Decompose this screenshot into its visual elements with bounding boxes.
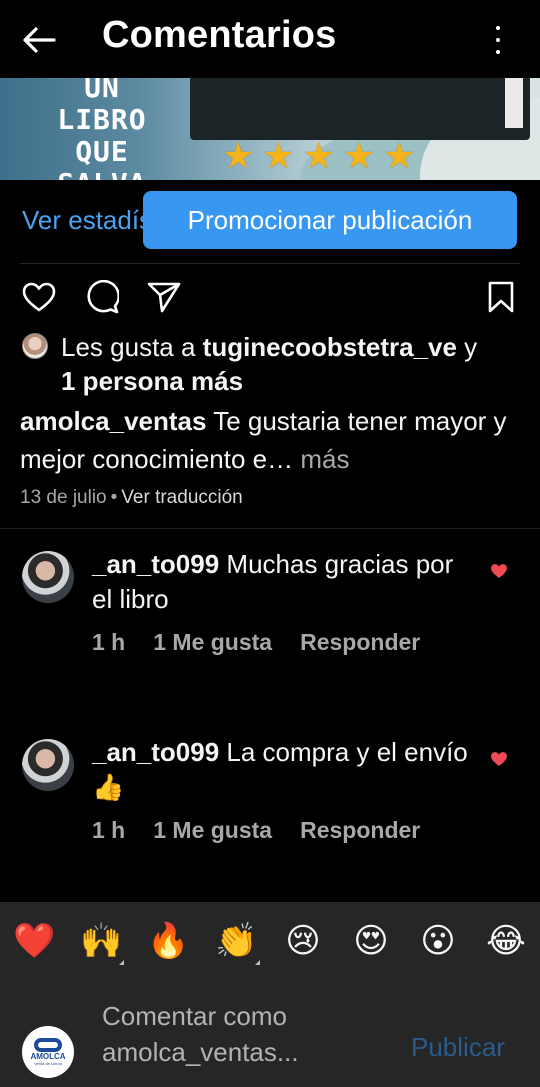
emoji-fire[interactable]: 🔥: [147, 920, 189, 962]
star-icon: ★: [342, 135, 376, 176]
likes-summary[interactable]: Les gusta a tuginecoobstetra_ve y 1 perso…: [61, 330, 531, 398]
page-title: Comentarios: [102, 14, 337, 56]
book-edge: [505, 78, 523, 128]
divider: [20, 263, 520, 264]
comment-text: _an_to099 Muchas gracias por el libro: [92, 547, 472, 617]
post-meta: 13 de julio • Ver traducción: [20, 487, 243, 509]
avatar-logo-text: AMOLCA: [30, 1052, 66, 1061]
likes-connector: y: [456, 332, 478, 362]
comment-likes[interactable]: 1 Me gusta: [153, 817, 272, 844]
comment-username[interactable]: _an_to099: [92, 737, 219, 767]
liker-username[interactable]: tuginecoobstetra_ve: [203, 332, 457, 362]
promote-post-button[interactable]: Promocionar publicación: [143, 191, 517, 249]
banner-text: UN LIBRO QUE SALVA VIDAS: [57, 78, 147, 180]
emoji-crying[interactable]: 😢: [282, 920, 324, 962]
comment-likes[interactable]: 1 Me gusta: [153, 629, 272, 656]
emoji-heart[interactable]: ❤️: [13, 920, 55, 962]
post-caption: amolca_ventas Te gustaria tener mayor y …: [20, 402, 520, 478]
emoji-variant-indicator: [119, 960, 124, 965]
emoji-heart-eyes[interactable]: 😍: [350, 920, 392, 962]
book-cover-image: [190, 78, 530, 140]
likes-prefix: Les gusta a: [61, 332, 203, 362]
comment-username[interactable]: _an_to099: [92, 549, 219, 579]
comment-meta: 1 h 1 Me gusta Responder: [92, 629, 420, 656]
commenter-avatar[interactable]: [22, 739, 74, 791]
emoji-surprised[interactable]: 😮: [417, 920, 459, 962]
quick-reactions-bar: ❤️ 🙌 🔥 👏 😢 😍 😮 😂: [0, 902, 540, 982]
post-date: 13 de julio: [20, 487, 107, 508]
heart-filled-icon[interactable]: [490, 563, 512, 585]
star-icon: ★: [222, 135, 255, 176]
comment-time: 1 h: [92, 629, 126, 655]
heart-filled-icon[interactable]: [490, 751, 512, 773]
star-icon: ★: [262, 135, 295, 176]
comment-time: 1 h: [92, 817, 126, 843]
divider: [0, 528, 540, 529]
star-icon: ★: [383, 135, 416, 176]
top-bar: Comentarios: [0, 0, 540, 78]
avatar-logo-subtext: Venta de Libros: [34, 1061, 62, 1066]
comment-composer: AMOLCA Venta de Libros Comentar como amo…: [0, 982, 540, 1087]
meta-separator: •: [110, 487, 118, 508]
bookmark-icon[interactable]: [482, 278, 520, 316]
translate-link[interactable]: Ver traducción: [121, 487, 242, 508]
comment-icon[interactable]: [83, 278, 121, 316]
comment-item: _an_to099 La compra y el envío 👍 1 h 1 M…: [0, 737, 540, 869]
caption-more-link[interactable]: más: [293, 444, 349, 474]
account-avatar: AMOLCA Venta de Libros: [22, 1026, 74, 1078]
comment-meta: 1 h 1 Me gusta Responder: [92, 817, 420, 844]
comment-input[interactable]: Comentar como amolca_ventas...: [102, 998, 392, 1070]
reply-button[interactable]: Responder: [300, 629, 420, 656]
emoji-variant-indicator: [255, 960, 260, 965]
back-arrow-icon[interactable]: [18, 20, 60, 60]
comment-item: _an_to099 Muchas gracias por el libro 1 …: [0, 549, 540, 681]
rating-stars: ★ ★ ★ ★ ★: [222, 138, 415, 174]
heart-icon[interactable]: [20, 278, 58, 316]
more-vertical-icon[interactable]: [486, 26, 510, 54]
liker-avatar[interactable]: [22, 333, 48, 359]
commenter-avatar[interactable]: [22, 551, 74, 603]
share-icon[interactable]: [145, 278, 183, 316]
emoji-raised-hands[interactable]: 🙌: [80, 920, 122, 962]
emoji-laughing[interactable]: 😂: [485, 920, 527, 962]
star-icon: ★: [302, 135, 335, 176]
amolca-logo-icon: [34, 1038, 62, 1052]
reply-button[interactable]: Responder: [300, 817, 420, 844]
publish-button[interactable]: Publicar: [411, 1032, 505, 1063]
emoji-clapping[interactable]: 👏: [215, 920, 257, 962]
caption-username[interactable]: amolca_ventas: [20, 406, 206, 436]
likes-others[interactable]: 1 persona más: [61, 366, 243, 396]
comment-text: _an_to099 La compra y el envío 👍: [92, 735, 472, 805]
